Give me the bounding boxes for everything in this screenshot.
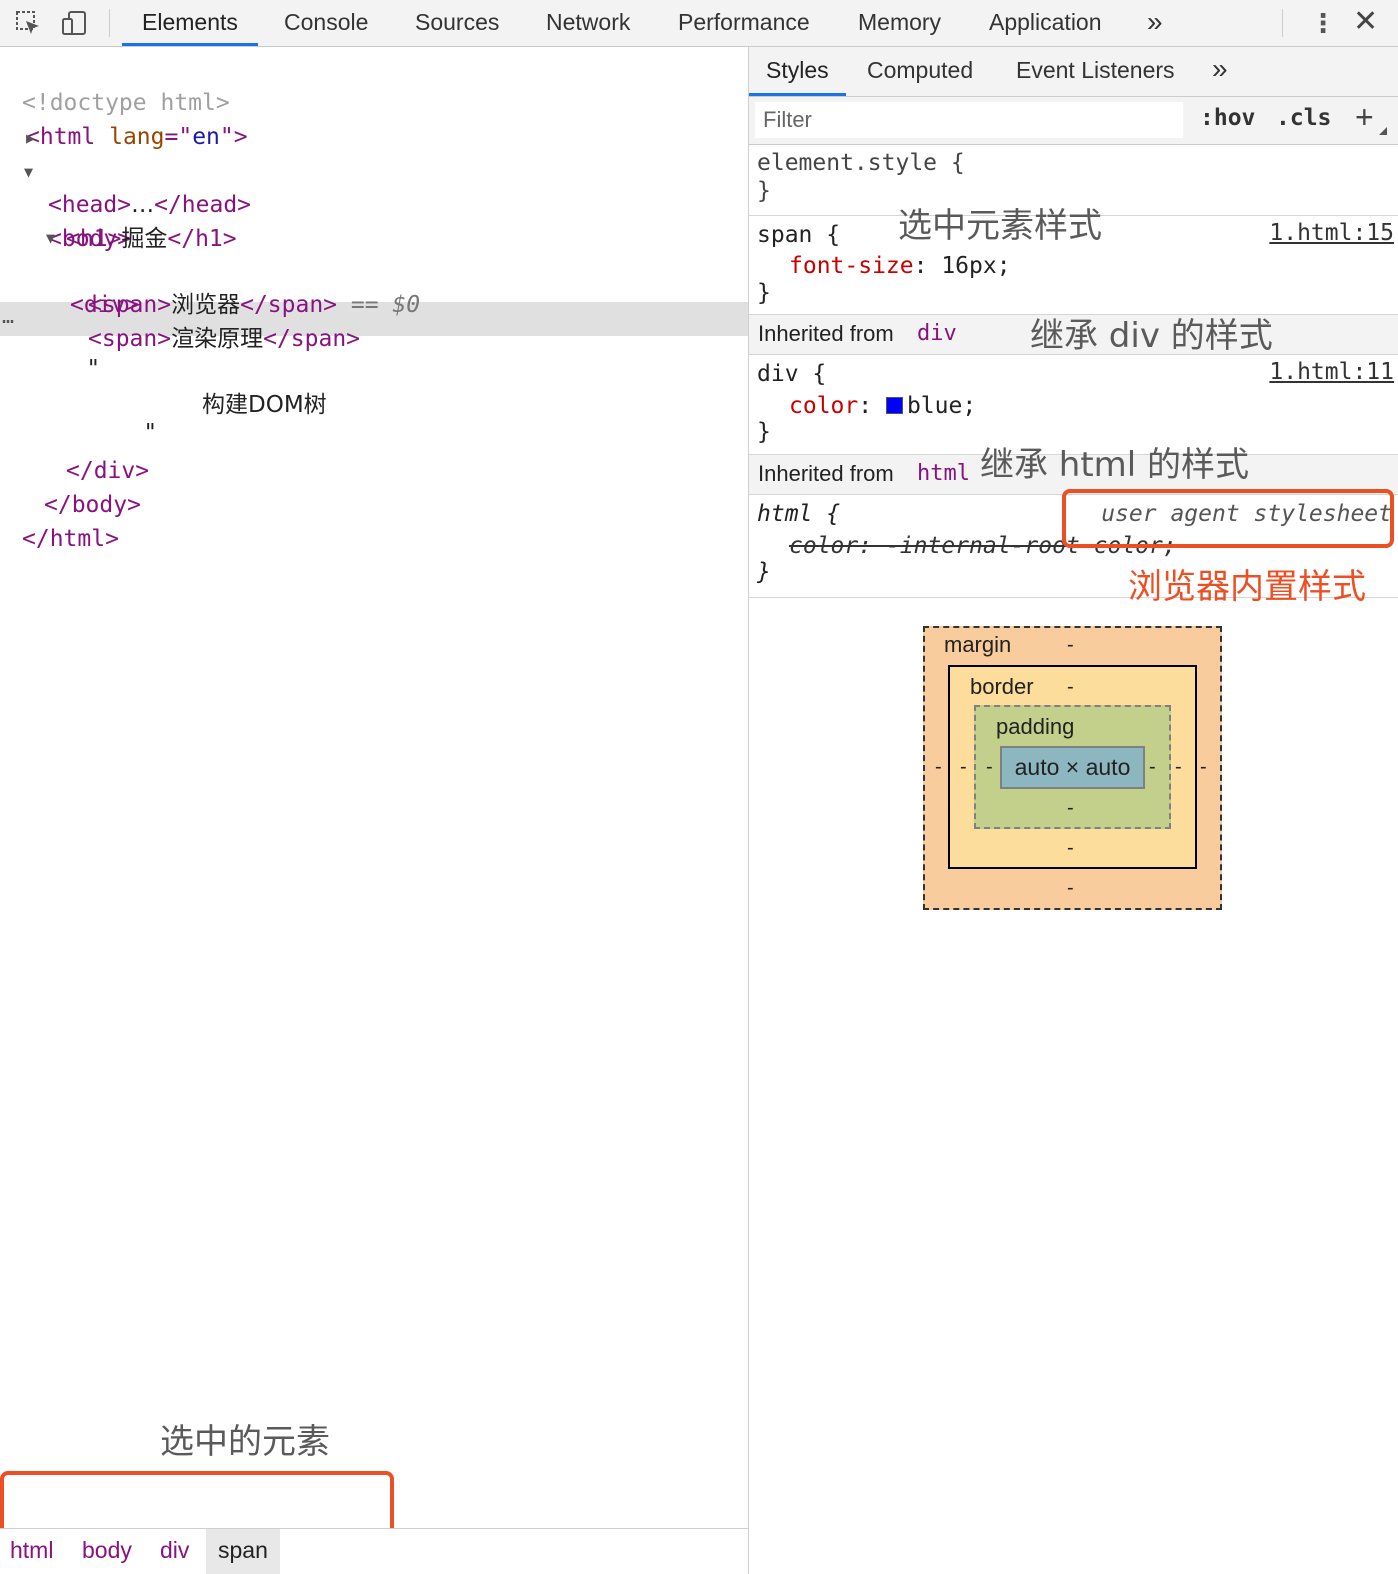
annotation-inherit-html: 继承 html 的样式 [980,445,1250,485]
toolbar-separator [1282,9,1283,37]
dom-node-span[interactable]: <span>渲染原理</span> [0,288,748,352]
div-rule-property[interactable]: color [789,393,858,419]
tab-network[interactable]: Network [546,0,630,46]
border-left-value[interactable]: - [960,756,967,779]
new-rule-button[interactable]: + [1355,99,1374,136]
padding-left-value[interactable]: - [986,756,993,779]
html-rule-close: } [757,559,771,585]
div-rule-colon: : [858,393,886,419]
html-rule-selector: html { [757,501,841,527]
close-icon[interactable]: ✕ [1353,4,1378,39]
breadcrumb-body[interactable]: body [82,1529,132,1574]
tab-memory[interactable]: Memory [858,0,941,46]
toolbar-separator [109,9,110,37]
html-close-tag: </html> [22,526,119,552]
annotation-inherit-div: 继承 div 的样式 [1030,316,1273,356]
box-model-content[interactable]: auto × auto [1000,746,1145,789]
cls-toggle-button[interactable]: .cls [1276,105,1331,131]
span-rule-selector: span { [757,222,841,248]
annotation-selected-style: 选中元素样式 [898,206,1102,246]
tab-computed[interactable]: Computed [867,47,973,96]
more-tabs-button[interactable]: » [1147,6,1163,38]
inherited-html-link[interactable]: html [917,455,970,493]
box-model-margin-label: margin [944,632,1012,657]
dom-node-div[interactable]: ▼ <div> [0,220,748,318]
annotation-ua-style: 浏览器内置样式 [1128,567,1366,607]
devtools-toolbar: Elements Console Sources Network Perform… [0,0,1398,47]
span-rule-value[interactable]: : 16px; [914,253,1011,279]
tab-elements[interactable]: Elements [122,0,258,46]
box-model-border-label: border [970,674,1034,699]
margin-right-value[interactable]: - [1200,756,1207,779]
dom-node-body[interactable]: ▼ <body> [0,154,748,252]
styles-filter-input[interactable] [755,102,1183,138]
breadcrumb-html[interactable]: html [10,1529,53,1574]
padding-bottom-value[interactable]: - [1067,797,1074,820]
div-rule-close: } [757,419,771,445]
breadcrumb-div[interactable]: div [160,1529,189,1574]
padding-right-value[interactable]: - [1149,756,1156,779]
border-top-value[interactable]: - [1067,676,1074,699]
dom-node-doctype[interactable]: <!doctype html> [0,52,748,116]
margin-top-value[interactable]: - [1067,634,1074,657]
collapse-triangle-icon[interactable]: ▼ [46,221,55,255]
div-rule-selector: div { [757,361,827,387]
kebab-menu-icon[interactable]: ⋮ [1310,8,1336,39]
annotation-box-user-agent [1062,489,1394,548]
inherited-div-link[interactable]: div [917,315,957,353]
expand-triangle-icon[interactable]: ▶ [26,121,35,155]
dom-node-h1[interactable]: <h1>掘金</h1> [0,188,748,252]
div-rule-source-link[interactable]: 1.html:11 [1269,359,1394,385]
breadcrumb-span[interactable]: span [206,1529,280,1574]
span-rule-property[interactable]: font-size [789,253,914,279]
device-toolbar-icon[interactable] [60,9,88,37]
dom-node-body-close[interactable]: </body> [0,454,748,518]
tab-styles[interactable]: Styles [749,47,846,96]
inherited-label: Inherited from [758,461,894,486]
color-swatch[interactable] [885,397,903,414]
tab-console[interactable]: Console [284,0,368,46]
dom-node-span-selected[interactable]: <span>浏览器</span> == $0 [0,254,748,318]
inherited-label: Inherited from [758,321,894,346]
border-right-value[interactable]: - [1175,756,1182,779]
dom-node-html[interactable]: <html lang="en"> [0,86,748,150]
hov-toggle-button[interactable]: :hov [1200,105,1255,131]
tab-event-listeners[interactable]: Event Listeners [1016,47,1175,96]
margin-bottom-value[interactable]: - [1067,877,1074,900]
dom-node-text-quote-open[interactable]: " [0,318,748,382]
dom-node-text-quote-close[interactable]: " [0,382,748,446]
margin-left-value[interactable]: - [935,756,942,779]
dom-tree: … <!doctype html> <html lang="en"> ▶ <he… [0,48,748,1528]
dom-node-html-close[interactable]: </html> [0,488,748,552]
inspect-element-icon[interactable] [14,9,42,37]
dom-node-div-close[interactable]: </div> [0,420,748,484]
annotation-selected-element: 选中的元素 [160,1422,330,1462]
tab-performance[interactable]: Performance [678,0,810,46]
span-rule-close: } [757,280,771,306]
border-bottom-value[interactable]: - [1067,837,1074,860]
div-rule-value[interactable]: blue; [907,393,976,419]
span-rule-source-link[interactable]: 1.html:15 [1269,220,1394,246]
collapse-triangle-icon[interactable]: ▼ [24,155,33,189]
element-style-selector: element.style { [757,150,965,176]
breadcrumb: html body div span [0,1528,748,1574]
styles-filter-bar: :hov .cls + [749,97,1398,145]
new-rule-menu-icon[interactable] [1379,127,1387,135]
element-style-close: } [757,178,771,204]
tab-sources[interactable]: Sources [415,0,499,46]
more-sidebar-tabs-button[interactable]: » [1212,46,1228,95]
box-model-padding-label: padding [996,714,1075,739]
sidebar-tabs: Styles Computed Event Listeners » [749,47,1398,97]
dom-node-head[interactable]: ▶ <head>…</head> [0,120,748,218]
tab-application[interactable]: Application [989,0,1102,46]
